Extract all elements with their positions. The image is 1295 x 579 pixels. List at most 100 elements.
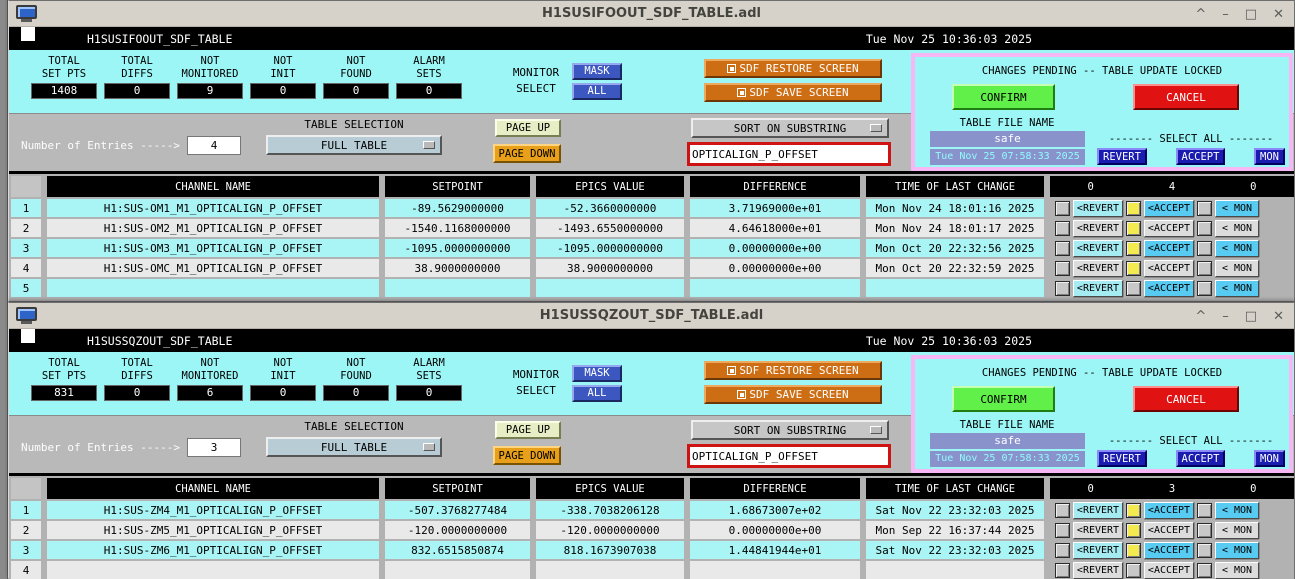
row-accept-button[interactable]: <ACCEPT — [1144, 280, 1194, 297]
mon-checkbox[interactable] — [1197, 523, 1212, 538]
row-mon-button[interactable]: < MON — [1215, 280, 1259, 297]
shade-icon[interactable]: ^ — [1195, 8, 1206, 21]
maximize-icon[interactable]: □ — [1245, 310, 1257, 323]
number-of-entries-input[interactable] — [187, 136, 241, 155]
mask-button[interactable]: MASK — [572, 63, 622, 80]
revert-checkbox[interactable] — [1055, 241, 1070, 256]
row-revert-button[interactable]: <REVERT — [1073, 260, 1123, 277]
select-all-accept-button[interactable]: ACCEPT — [1176, 148, 1226, 165]
number-of-entries-input[interactable] — [187, 438, 241, 457]
row-revert-button[interactable]: <REVERT — [1073, 562, 1123, 579]
row-mon-button[interactable]: < MON — [1215, 260, 1259, 277]
accept-checkbox[interactable] — [1126, 201, 1141, 216]
page-up-button[interactable]: PAGE UP — [495, 119, 561, 137]
sort-mode-dropdown[interactable]: SORT ON SUBSTRING — [691, 420, 889, 440]
table-file-name-value[interactable]: safe — [930, 131, 1085, 147]
minimize-icon[interactable]: – — [1222, 8, 1229, 21]
sort-substring-input[interactable] — [687, 444, 891, 468]
shade-icon[interactable]: ^ — [1195, 310, 1206, 323]
row-revert-button[interactable]: <REVERT — [1073, 280, 1123, 297]
accept-checkbox[interactable] — [1126, 281, 1141, 296]
mask-button[interactable]: MASK — [572, 365, 622, 382]
select-all-revert-button[interactable]: REVERT — [1097, 148, 1147, 165]
setpoint-cell: -507.3768277484 — [385, 501, 530, 519]
confirm-button[interactable]: CONFIRM — [952, 386, 1055, 412]
revert-checkbox[interactable] — [1055, 281, 1070, 296]
select-all-mon-button[interactable]: MON — [1254, 450, 1285, 467]
accept-checkbox[interactable] — [1126, 241, 1141, 256]
row-revert-button[interactable]: <REVERT — [1073, 502, 1123, 519]
accept-checkbox[interactable] — [1126, 261, 1141, 276]
row-revert-button[interactable]: <REVERT — [1073, 240, 1123, 257]
row-accept-button[interactable]: <ACCEPT — [1144, 220, 1194, 237]
row-mon-button[interactable]: < MON — [1215, 502, 1259, 519]
revert-checkbox[interactable] — [1055, 221, 1070, 236]
row-number: 5 — [11, 279, 41, 297]
revert-checkbox[interactable] — [1055, 201, 1070, 216]
all-button[interactable]: ALL — [572, 83, 622, 100]
row-mon-button[interactable]: < MON — [1215, 562, 1259, 579]
row-mon-button[interactable]: < MON — [1215, 200, 1259, 217]
revert-checkbox[interactable] — [1055, 503, 1070, 518]
select-all-revert-button[interactable]: REVERT — [1097, 450, 1147, 467]
row-accept-button[interactable]: <ACCEPT — [1144, 562, 1194, 579]
table-selection-dropdown[interactable]: FULL TABLE — [266, 135, 442, 155]
row-mon-button[interactable]: < MON — [1215, 522, 1259, 539]
row-accept-button[interactable]: <ACCEPT — [1144, 200, 1194, 217]
mon-checkbox[interactable] — [1197, 503, 1212, 518]
row-mon-button[interactable]: < MON — [1215, 220, 1259, 237]
revert-checkbox[interactable] — [1055, 543, 1070, 558]
row-accept-button[interactable]: <ACCEPT — [1144, 260, 1194, 277]
app-header: H1SUSSQZOUT_SDF_TABLE Tue Nov 25 10:36:0… — [9, 329, 1294, 352]
revert-checkbox[interactable] — [1055, 523, 1070, 538]
cancel-button[interactable]: CANCEL — [1133, 386, 1239, 412]
table-file-name-value[interactable]: safe — [930, 433, 1085, 449]
maximize-icon[interactable]: □ — [1245, 8, 1257, 21]
row-mon-button[interactable]: < MON — [1215, 240, 1259, 257]
row-accept-button[interactable]: <ACCEPT — [1144, 240, 1194, 257]
row-revert-button[interactable]: <REVERT — [1073, 542, 1123, 559]
cancel-button[interactable]: CANCEL — [1133, 84, 1239, 110]
accept-checkbox[interactable] — [1126, 221, 1141, 236]
mon-checkbox[interactable] — [1197, 543, 1212, 558]
page-down-button[interactable]: PAGE DOWN — [493, 446, 561, 465]
row-revert-button[interactable]: <REVERT — [1073, 522, 1123, 539]
revert-checkbox[interactable] — [1055, 563, 1070, 578]
row-revert-button[interactable]: <REVERT — [1073, 200, 1123, 217]
sdf-save-screen-button[interactable]: SDF SAVE SCREEN — [704, 385, 882, 404]
close-icon[interactable]: ✕ — [1273, 8, 1284, 21]
sort-mode-dropdown[interactable]: SORT ON SUBSTRING — [691, 118, 889, 138]
sdf-restore-screen-button[interactable]: SDF RESTORE SCREEN — [704, 59, 882, 78]
accept-checkbox[interactable] — [1126, 563, 1141, 578]
accept-checkbox[interactable] — [1126, 523, 1141, 538]
sdf-table: CHANNEL NAME SETPOINT EPICS VALUE DIFFER… — [9, 473, 1294, 579]
mon-checkbox[interactable] — [1197, 281, 1212, 296]
row-accept-button[interactable]: <ACCEPT — [1144, 542, 1194, 559]
page-down-button[interactable]: PAGE DOWN — [493, 144, 561, 163]
select-all-mon-button[interactable]: MON — [1254, 148, 1285, 165]
sdf-restore-screen-button[interactable]: SDF RESTORE SCREEN — [704, 361, 882, 380]
revert-checkbox[interactable] — [1055, 261, 1070, 276]
confirm-button[interactable]: CONFIRM — [952, 84, 1055, 110]
accept-checkbox[interactable] — [1126, 503, 1141, 518]
mon-checkbox[interactable] — [1197, 201, 1212, 216]
row-accept-button[interactable]: <ACCEPT — [1144, 522, 1194, 539]
mon-checkbox[interactable] — [1197, 221, 1212, 236]
table-selection-dropdown[interactable]: FULL TABLE — [266, 437, 442, 457]
changes-pending-text: CHANGES PENDING -- TABLE UPDATE LOCKED — [915, 65, 1289, 77]
stat-label: NOT — [323, 357, 389, 370]
row-revert-button[interactable]: <REVERT — [1073, 220, 1123, 237]
row-accept-button[interactable]: <ACCEPT — [1144, 502, 1194, 519]
mon-checkbox[interactable] — [1197, 261, 1212, 276]
row-mon-button[interactable]: < MON — [1215, 542, 1259, 559]
accept-checkbox[interactable] — [1126, 543, 1141, 558]
minimize-icon[interactable]: – — [1222, 310, 1229, 323]
all-button[interactable]: ALL — [572, 385, 622, 402]
page-up-button[interactable]: PAGE UP — [495, 421, 561, 439]
mon-checkbox[interactable] — [1197, 563, 1212, 578]
sdf-save-screen-button[interactable]: SDF SAVE SCREEN — [704, 83, 882, 102]
select-all-accept-button[interactable]: ACCEPT — [1176, 450, 1226, 467]
sort-substring-input[interactable] — [687, 142, 891, 166]
close-icon[interactable]: ✕ — [1273, 310, 1284, 323]
mon-checkbox[interactable] — [1197, 241, 1212, 256]
